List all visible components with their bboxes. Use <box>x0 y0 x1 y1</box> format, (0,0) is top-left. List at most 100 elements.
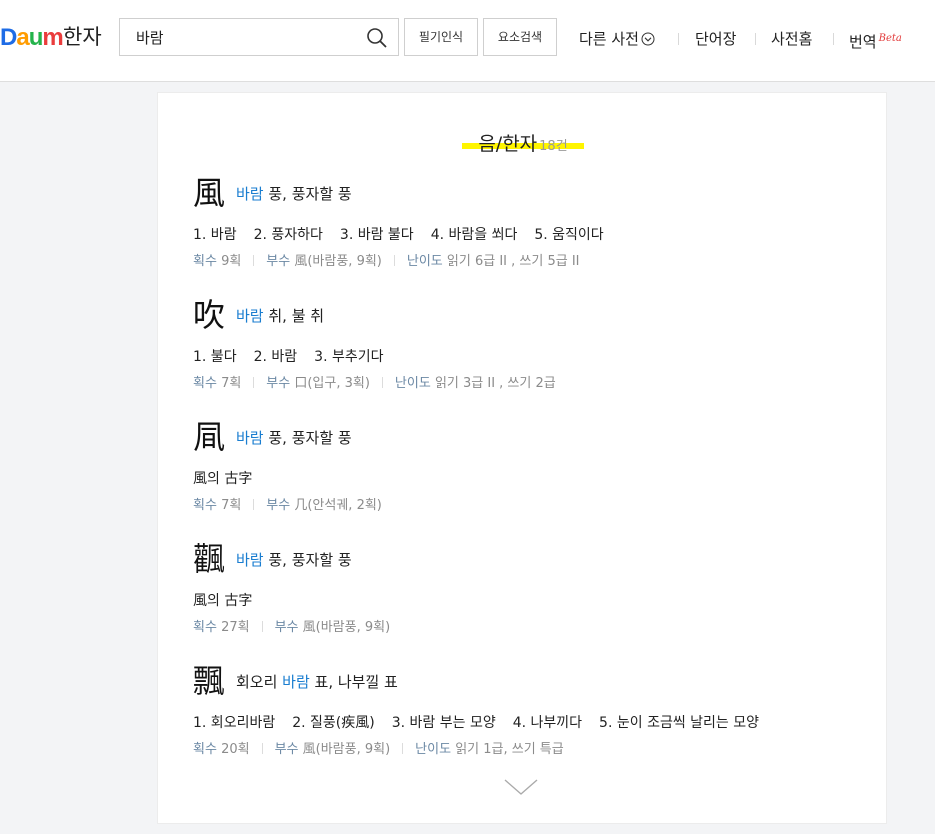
definition: 風의 古字 <box>193 471 253 487</box>
definition: 1. 회오리바람 <box>193 715 276 731</box>
nav-translate-label: 번역 <box>849 33 877 51</box>
meaning-keyword: 바람 <box>236 307 264 325</box>
hanja-char[interactable]: 飄 <box>193 661 225 701</box>
hanja-meaning[interactable]: 바람 취, 불 취 <box>236 306 324 326</box>
meta-divider <box>261 743 263 754</box>
meta-value: 7획 <box>221 376 242 391</box>
nav-translate[interactable]: 번역 Beta <box>849 28 902 51</box>
search-box <box>119 18 399 56</box>
hanja-entry: 凬 바람 풍, 풍자할 풍 風의 古字 획수 7획 부수 几(안석궤, 2획) <box>193 417 853 513</box>
meaning-rest: 풍, 풍자할 풍 <box>263 551 352 569</box>
hanja-entry: 飌 바람 풍, 풍자할 풍 風의 古字 획수 27획 부수 風(바람풍, 9획) <box>193 539 853 635</box>
definition-list: 風의 古字 <box>193 468 269 488</box>
meta-label: 난이도 <box>415 742 452 757</box>
hanja-meaning[interactable]: 바람 풍, 풍자할 풍 <box>236 550 352 570</box>
definition: 5. 움직이다 <box>534 227 604 243</box>
more-results-button[interactable] <box>503 777 539 797</box>
hanja-meaning[interactable]: 바람 풍, 풍자할 풍 <box>236 184 352 204</box>
hanja-char[interactable]: 吹 <box>193 295 225 335</box>
meta-label: 획수 <box>193 254 217 269</box>
definition-list: 1. 불다 2. 바람 3. 부추기다 <box>193 346 400 366</box>
meta-value: 9획 <box>221 254 242 269</box>
nav-divider <box>678 33 679 45</box>
meta-label: 난이도 <box>406 254 443 269</box>
definition-list: 1. 회오리바람 2. 질풍(疾風) 3. 바람 부는 모양 4. 나부끼다 5. 눈이… <box>193 712 776 732</box>
result-card: 음/한자 18건 風 바람 풍, 풍자할 풍 1. 바람 2. 풍자하다 3. 바람 … <box>157 92 887 824</box>
definition: 2. 질풍(疾風) <box>292 715 375 731</box>
nav-vocab[interactable]: 단어장 <box>695 28 736 50</box>
meta-value: 27획 <box>221 620 250 635</box>
definition: 4. 나부끼다 <box>512 715 583 731</box>
meta-label: 부수 <box>266 254 291 269</box>
definition: 2. 바람 <box>253 349 298 365</box>
meta-label: 난이도 <box>394 376 431 391</box>
other-dict-label: 다른 사전 <box>579 30 639 48</box>
search-input[interactable] <box>136 25 356 49</box>
header: Daum 한자 필기인식 요소검색 다른 사전 단어장 사전홈 번역Beta <box>0 0 935 82</box>
meta-label: 부수 <box>274 742 299 757</box>
meta-divider <box>253 255 255 266</box>
meaning-rest: 표, 나부낄 표 <box>309 673 398 691</box>
meta-value: 風(바람풍, 9획) <box>302 742 391 757</box>
definition: 3. 바람 부는 모양 <box>391 715 496 731</box>
meta-label: 획수 <box>193 742 217 757</box>
hanja-entry: 風 바람 풍, 풍자할 풍 1. 바람 2. 풍자하다 3. 바람 불다 4. 바람을… <box>193 173 853 269</box>
logo-letter: D <box>0 24 17 51</box>
meaning-keyword: 바람 <box>236 551 264 569</box>
logo-letter: a <box>16 24 29 51</box>
meta-value: 風(바람풍, 9획) <box>294 254 382 269</box>
element-search-button[interactable]: 요소검색 <box>483 18 557 56</box>
other-dict-menu[interactable]: 다른 사전 <box>579 28 655 50</box>
meta-value: 읽기 1급, 쓰기 특급 <box>455 742 564 757</box>
meaning-keyword: 바람 <box>236 429 264 447</box>
meta-divider <box>393 255 395 266</box>
meta-label: 부수 <box>266 376 291 391</box>
hanja-entry: 吹 바람 취, 불 취 1. 불다 2. 바람 3. 부추기다 획수 7획 부수 口(… <box>193 295 853 391</box>
definition-list: 風의 古字 <box>193 590 269 610</box>
section-title: 음/한자 18건 <box>158 129 888 156</box>
service-title[interactable]: 한자 <box>63 22 102 52</box>
definition: 1. 바람 <box>193 227 237 243</box>
meta-label: 획수 <box>193 376 217 391</box>
nav-dict-home[interactable]: 사전홈 <box>771 28 812 50</box>
definition: 2. 풍자하다 <box>253 227 323 243</box>
definition: 3. 바람 불다 <box>339 227 414 243</box>
hanja-char[interactable]: 飌 <box>193 539 225 579</box>
meta-label: 부수 <box>266 498 291 513</box>
meaning-rest: 풍, 풍자할 풍 <box>263 429 352 447</box>
meaning-prefix: 회오리 <box>236 673 283 691</box>
hanja-char[interactable]: 風 <box>193 173 225 213</box>
meta-label: 획수 <box>193 498 217 513</box>
meaning-rest: 풍, 풍자할 풍 <box>263 185 352 203</box>
hanja-char[interactable]: 凬 <box>193 417 225 457</box>
meaning-rest: 취, 불 취 <box>263 307 325 325</box>
meta-divider <box>253 499 255 510</box>
definition: 4. 바람을 쐬다 <box>430 227 518 243</box>
hanja-meta: 획수 7획 부수 几(안석궤, 2획) <box>193 494 382 513</box>
handwriting-button[interactable]: 필기인식 <box>404 18 478 56</box>
definition-list: 1. 바람 2. 풍자하다 3. 바람 불다 4. 바람을 쐬다 5. 움직이다 <box>193 224 621 244</box>
definition: 5. 눈이 조금씩 날리는 모양 <box>599 715 760 731</box>
meta-divider <box>402 743 404 754</box>
meta-value: 20획 <box>221 742 250 757</box>
definition: 3. 부추기다 <box>314 349 384 365</box>
hanja-meaning[interactable]: 회오리 바람 표, 나부낄 표 <box>236 672 398 692</box>
meta-value: 7획 <box>221 498 242 513</box>
meta-value: 几(안석궤, 2획) <box>294 498 382 513</box>
hanja-meaning[interactable]: 바람 풍, 풍자할 풍 <box>236 428 352 448</box>
meaning-keyword: 바람 <box>236 185 264 203</box>
meta-divider <box>253 377 255 388</box>
logo-letter: u <box>28 24 44 51</box>
meta-value: 읽기 3급 II , 쓰기 2급 <box>434 376 556 391</box>
nav-divider <box>833 33 834 45</box>
hanja-entry: 飄 회오리 바람 표, 나부낄 표 1. 회오리바람 2. 질풍(疾風) 3. 바람… <box>193 661 853 757</box>
daum-logo[interactable]: Daum <box>0 23 64 53</box>
meta-divider <box>381 377 383 388</box>
meaning-keyword: 바람 <box>282 673 310 691</box>
hanja-meta: 획수 9획 부수 風(바람풍, 9획) 난이도 읽기 6급 II , 쓰기 5급 I… <box>193 250 580 269</box>
hanja-meta: 획수 7획 부수 口(입구, 3획) 난이도 읽기 3급 II , 쓰기 2급 <box>193 372 556 391</box>
logo-letter: m <box>42 24 63 51</box>
search-button[interactable] <box>366 27 388 49</box>
hanja-meta: 획수 20획 부수 風(바람풍, 9획) 난이도 읽기 1급, 쓰기 특급 <box>193 738 564 757</box>
chevron-down-icon <box>504 779 538 795</box>
